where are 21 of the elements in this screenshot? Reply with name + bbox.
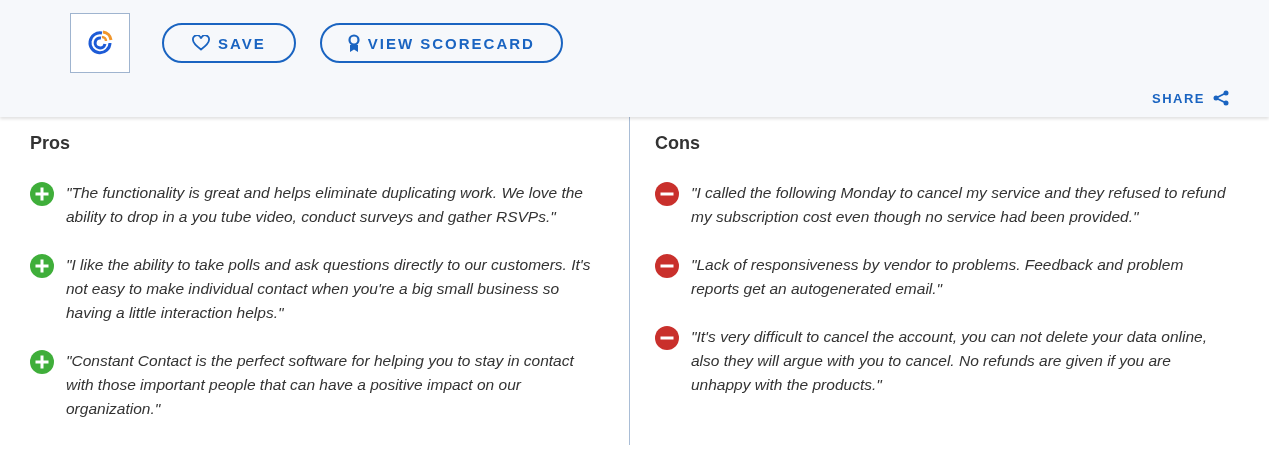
- view-scorecard-button[interactable]: VIEW SCORECARD: [319, 23, 563, 63]
- section-heading: Pros: [30, 133, 72, 154]
- share-icon: [1213, 90, 1229, 106]
- share-link[interactable]: SHARE: [1152, 90, 1229, 106]
- section-heading: Cons: [655, 133, 701, 154]
- review-quote: "The functionality is great and helps eliminate duplicating work. We love the ability to drop in a you tube video, conduct surveys and gather RSVPs.": [66, 183, 584, 227]
- save-button[interactable]: SAVE: [162, 23, 296, 63]
- review-quote: "Constant Contact is the perfect software for helping you to stay in contact with those important people that can have a positive impact on our organization.": [66, 351, 576, 419]
- minus-icon: [655, 254, 679, 278]
- ribbon-icon: [347, 34, 360, 52]
- plus-icon: [30, 182, 54, 206]
- minus-icon: [655, 326, 679, 350]
- review-quote: "I like the ability to take polls and ask questions directly to our customers. It's not easy to make individual contact when you're a big small business so having a little interaction helps.": [66, 255, 592, 323]
- review-quote: "I called the following Monday to cancel my service and they refused to refund my subscription cost even though no service had been provided.": [691, 183, 1227, 227]
- plus-icon: [30, 350, 54, 374]
- review-quote: "It's very difficult to cancel the account, you can not delete your data online, also they will argue with you to cancel. No refunds are given if you are unhappy with the products.": [691, 327, 1208, 395]
- review-quote: "Lack of responsiveness by vendor to problems. Feedback and problem reports get an autogenerated email.": [691, 255, 1185, 299]
- heart-icon: [192, 35, 210, 51]
- plus-icon: [30, 254, 54, 278]
- logo-icon: [86, 29, 114, 57]
- minus-icon: [655, 182, 679, 206]
